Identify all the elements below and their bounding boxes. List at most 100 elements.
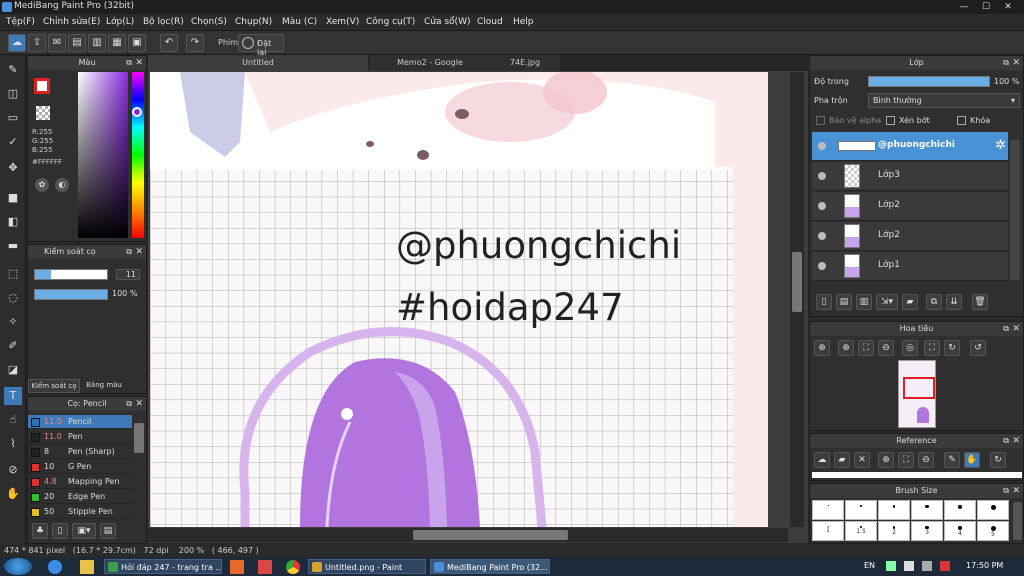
canvas-vertical-scrollbar[interactable] — [790, 72, 804, 527]
brush-size-slider[interactable] — [34, 269, 108, 280]
magic-wand-icon[interactable]: ✧ — [4, 313, 22, 331]
brush-size-cell[interactable]: 1.5 — [845, 521, 877, 541]
brush-settings-icon[interactable]: ▤ — [100, 523, 116, 539]
brush-item[interactable]: 20 Edge Pen — [28, 490, 132, 504]
eye-icon[interactable] — [818, 172, 826, 180]
tab-untitled[interactable]: Untitled — [148, 55, 368, 71]
brush-item[interactable]: 50 Stipple Pen — [28, 505, 132, 519]
merge-layer-icon[interactable]: ⇊ — [946, 294, 962, 310]
tray-volume-icon[interactable] — [922, 561, 932, 571]
add-brush-icon[interactable]: ♣ — [32, 523, 48, 539]
media-icon[interactable] — [230, 560, 244, 574]
menu-edit[interactable]: Chỉnh sửa(E) — [43, 17, 100, 27]
hue-handle[interactable] — [132, 107, 142, 117]
layer-row[interactable]: Lớp2 — [812, 192, 1008, 221]
layer-add-menu-icon[interactable]: ⇲▾ — [876, 294, 898, 310]
canvas-text-username[interactable]: @phuongchichi — [396, 224, 681, 267]
comment-icon[interactable]: ✉ — [48, 34, 66, 52]
zoom-in-icon[interactable]: ⊕ — [814, 340, 830, 356]
menu-layer[interactable]: Lớp(L) — [106, 17, 134, 27]
vertical-scroll-thumb[interactable] — [792, 252, 802, 312]
brush-tool-icon[interactable]: ✎ — [4, 61, 22, 79]
open-folder-icon[interactable]: ▰ — [834, 452, 850, 468]
saturation-value-picker[interactable] — [78, 72, 128, 238]
brush-menu-icon[interactable]: ▣▾ — [72, 523, 96, 539]
eye-icon[interactable] — [818, 262, 826, 270]
undock-icon[interactable]: ⧉ — [1003, 484, 1009, 498]
brush-size-cell[interactable] — [911, 500, 943, 520]
layer-row[interactable]: @phuongchichi ✲ — [812, 132, 1008, 161]
canvas-text-hashtag[interactable]: #hoidap247 — [396, 286, 624, 329]
menu-filter[interactable]: Bộ lọc(R) — [143, 17, 184, 27]
eyedropper-icon[interactable]: ⊘ — [4, 461, 22, 479]
actual-size-icon[interactable]: ◎ — [902, 340, 918, 356]
reference-rotate-icon[interactable]: ↻ — [990, 452, 1006, 468]
gradient-tool-icon[interactable]: ▬ — [4, 237, 22, 255]
undock-icon[interactable]: ⧉ — [1003, 322, 1009, 336]
menu-window[interactable]: Cửa sổ(W) — [424, 17, 470, 27]
brush-size-scrollbar[interactable] — [1013, 502, 1022, 540]
blend-mode-select[interactable]: Bình thường ▾ — [868, 93, 1020, 108]
bucket-tool-icon[interactable]: ◧ — [4, 213, 22, 231]
brush-size-cell[interactable]: 2 — [878, 521, 910, 541]
app-red-icon[interactable] — [258, 560, 272, 574]
hue-slider[interactable] — [132, 72, 144, 238]
layer-list-scrollbar[interactable] — [1010, 140, 1020, 280]
tab-brush-control[interactable]: Kiểm soát cọ — [28, 379, 80, 393]
layer-row[interactable]: Lớp2 — [812, 222, 1008, 251]
close-panel-icon[interactable]: ✕ — [1012, 322, 1020, 336]
clipping-checkbox[interactable] — [886, 116, 895, 125]
new-layer-icon[interactable]: ▯ — [816, 294, 832, 310]
menu-tools[interactable]: Công cụ(T) — [366, 17, 415, 27]
reset-button[interactable]: Đặt lại — [238, 34, 284, 57]
navigator-viewport[interactable] — [903, 377, 935, 399]
reference-zoom-in-icon[interactable]: ⊕ — [878, 452, 894, 468]
brush-size-cell[interactable]: 5 — [977, 521, 1009, 541]
rotate-icon[interactable]: ↻ — [944, 340, 960, 356]
brush-size-cell[interactable] — [977, 500, 1009, 520]
fill-rect-tool-icon[interactable]: ■ — [4, 189, 22, 207]
reference-dropper-icon[interactable]: ✎ — [944, 452, 960, 468]
new-doc-icon[interactable]: ▤ — [68, 34, 86, 52]
brush-size-cell[interactable]: 1 — [812, 521, 844, 541]
tab-memo2[interactable]: Memo2 - Google — [370, 55, 490, 71]
brush-item[interactable]: 8 Pen (Sharp) — [28, 445, 132, 459]
gear-icon[interactable]: ✲ — [995, 138, 1006, 153]
menu-select[interactable]: Chọn(S) — [191, 17, 227, 27]
layer-row[interactable]: Lớp3 — [812, 162, 1008, 191]
redo-icon[interactable]: ↷ — [186, 34, 204, 52]
explorer-icon[interactable] — [80, 560, 94, 574]
new-brush-icon[interactable]: ▯ — [52, 523, 68, 539]
dropper-tool-icon[interactable]: ⌇ — [4, 435, 22, 453]
tray-app-icon[interactable] — [940, 561, 950, 571]
reference-fit-icon[interactable]: ⛶ — [898, 452, 914, 468]
close-panel-icon[interactable]: ✕ — [1012, 484, 1020, 498]
brush-list-scrollbar[interactable] — [134, 423, 144, 453]
reference-view[interactable] — [812, 472, 1022, 478]
cloud-download-icon[interactable]: ☁ — [814, 452, 830, 468]
new-layer-1bit-icon[interactable]: ▥ — [856, 294, 872, 310]
close-panel-icon[interactable]: ✕ — [135, 245, 143, 259]
navigator-preview[interactable] — [898, 360, 936, 428]
pen-tool-icon[interactable]: ✓ — [4, 133, 22, 151]
reset-rotate-icon[interactable]: ↺ — [970, 340, 986, 356]
menu-help[interactable]: Help — [513, 17, 534, 27]
color-history-icon[interactable]: ◐ — [55, 178, 69, 192]
protect-alpha-checkbox[interactable] — [816, 116, 825, 125]
rect-tool-icon[interactable]: ▭ — [4, 109, 22, 127]
brush-size-cell[interactable] — [845, 500, 877, 520]
close-panel-icon[interactable]: ✕ — [135, 56, 143, 70]
primary-color-swatch[interactable] — [34, 78, 50, 94]
menu-color[interactable]: Màu (C) — [282, 17, 317, 27]
layer-opacity-slider[interactable] — [868, 76, 990, 87]
language-indicator[interactable]: EN — [864, 561, 875, 570]
menu-view[interactable]: Xem(V) — [326, 17, 359, 27]
close-button[interactable]: ✕ — [998, 1, 1018, 13]
hand-tool-icon[interactable]: ✋ — [4, 485, 22, 503]
clock[interactable]: 17:50 PM — [966, 561, 1003, 570]
lock-checkbox[interactable] — [957, 116, 966, 125]
undock-icon[interactable]: ⧉ — [1003, 434, 1009, 448]
eye-icon[interactable] — [818, 142, 826, 150]
brush-size-value[interactable]: 11 — [116, 269, 140, 280]
share-icon[interactable]: ⇪ — [28, 34, 46, 52]
